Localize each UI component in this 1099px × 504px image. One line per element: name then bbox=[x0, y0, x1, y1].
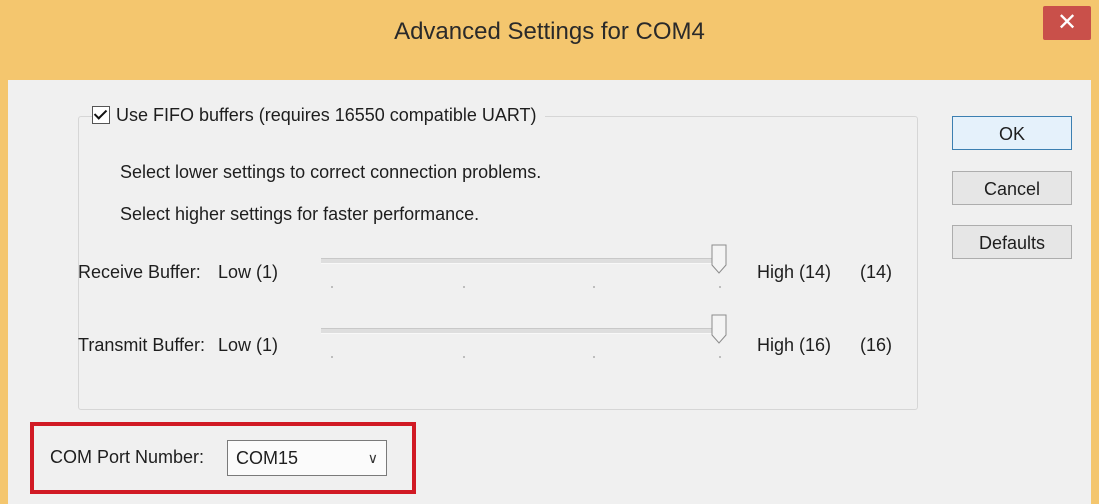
ok-button[interactable]: OK bbox=[952, 116, 1072, 150]
title-bar: Advanced Settings for COM4 ✕ bbox=[0, 0, 1099, 80]
window-frame-right bbox=[1091, 80, 1099, 504]
hint-lower-text: Select lower settings to correct connect… bbox=[120, 162, 542, 182]
close-icon[interactable]: ✕ bbox=[1057, 9, 1077, 36]
transmit-tick bbox=[719, 356, 721, 358]
transmit-buffer-slider-track[interactable] bbox=[321, 328, 721, 334]
window-title: Advanced Settings for COM4 bbox=[394, 18, 705, 45]
receive-low-label: Low (1) bbox=[218, 262, 279, 282]
receive-tick bbox=[593, 286, 595, 288]
close-button[interactable]: ✕ bbox=[1043, 6, 1091, 40]
receive-buffer-slider-track[interactable] bbox=[321, 258, 721, 264]
window-frame-left bbox=[0, 80, 8, 504]
transmit-buffer-label: Transmit Buffer: bbox=[78, 335, 206, 355]
fifo-checkbox[interactable] bbox=[92, 106, 110, 124]
defaults-button[interactable]: Defaults bbox=[952, 225, 1072, 259]
com-port-label: COM Port Number: bbox=[50, 447, 205, 467]
transmit-tick bbox=[593, 356, 595, 358]
transmit-tick bbox=[463, 356, 465, 358]
receive-tick bbox=[719, 286, 721, 288]
cancel-button[interactable]: Cancel bbox=[952, 171, 1072, 205]
dialog-body: Use FIFO buffers (requires 16550 compati… bbox=[8, 80, 1091, 504]
fifo-checkbox-label[interactable]: Use FIFO buffers (requires 16550 compati… bbox=[116, 105, 537, 126]
receive-high-label: High (14) bbox=[757, 262, 832, 282]
transmit-high-label: High (16) bbox=[757, 335, 832, 355]
com-port-select[interactable]: COM15 ∨ bbox=[227, 440, 387, 476]
transmit-buffer-slider-thumb[interactable] bbox=[711, 314, 727, 344]
hint-higher-text: Select higher settings for faster perfor… bbox=[120, 204, 480, 224]
transmit-low-label: Low (1) bbox=[218, 335, 279, 355]
com-port-selected-value[interactable]: COM15 bbox=[236, 448, 298, 468]
receive-tick bbox=[463, 286, 465, 288]
receive-current-value: (14) bbox=[860, 262, 893, 282]
receive-buffer-slider-thumb[interactable] bbox=[711, 244, 727, 274]
receive-buffer-label: Receive Buffer: bbox=[78, 262, 201, 282]
receive-tick bbox=[331, 286, 333, 288]
transmit-current-value: (16) bbox=[860, 335, 893, 355]
transmit-tick bbox=[331, 356, 333, 358]
chevron-down-icon[interactable]: ∨ bbox=[368, 441, 378, 475]
fifo-checkbox-row[interactable]: Use FIFO buffers (requires 16550 compati… bbox=[92, 102, 545, 128]
